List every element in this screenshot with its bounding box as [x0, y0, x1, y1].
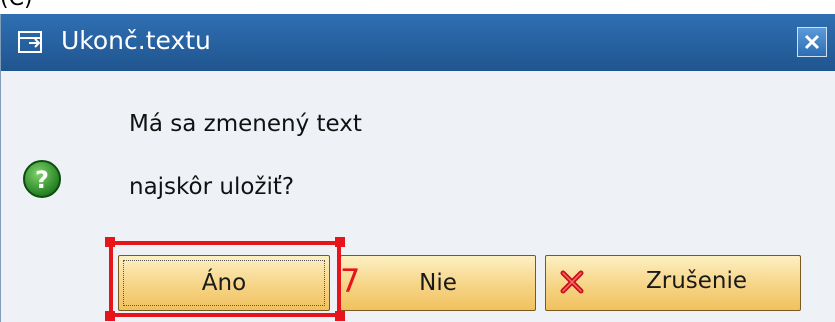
- dialog-titlebar: Ukonč.textu: [1, 14, 835, 71]
- highlight-corner-tr: [335, 237, 345, 247]
- cancel-button-label: Zrušenie: [646, 268, 748, 294]
- message-line-1: Má sa zmenený text: [129, 111, 362, 137]
- no-button-label: Nie: [419, 270, 457, 296]
- highlight-corner-bl: [105, 311, 115, 321]
- highlight-box: [109, 241, 341, 317]
- message-line-2: najskôr uložiť?: [129, 174, 295, 200]
- clipped-caption: (C): [0, 0, 33, 11]
- screenshot-stage: (C) Ukonč.textu ?: [0, 0, 835, 322]
- close-button[interactable]: [797, 27, 827, 57]
- caption-text: (C): [0, 0, 33, 11]
- dialog-icon: [18, 31, 42, 53]
- question-icon: ?: [23, 160, 61, 198]
- dialog-title: Ukonč.textu: [61, 26, 211, 55]
- close-icon: [804, 34, 820, 50]
- svg-text:?: ?: [35, 166, 49, 194]
- highlight-corner-tl: [105, 237, 115, 247]
- cancel-button[interactable]: Zrušenie: [545, 255, 801, 311]
- highlight-corner-br: [335, 311, 345, 321]
- no-button[interactable]: Nie: [340, 255, 536, 311]
- cancel-x-icon: [560, 270, 584, 294]
- step-number: 7: [340, 262, 361, 300]
